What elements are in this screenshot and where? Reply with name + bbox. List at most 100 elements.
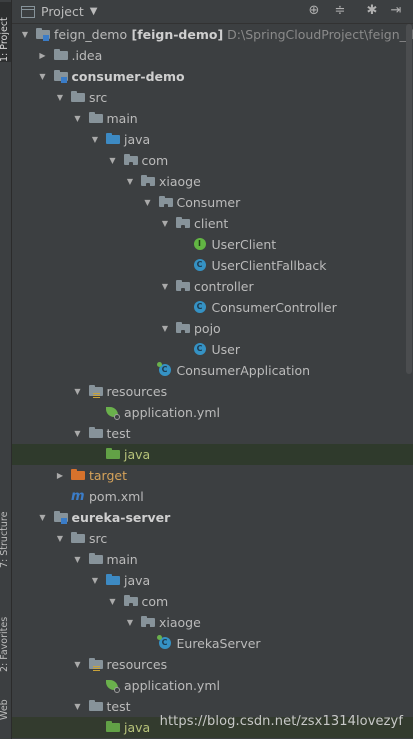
- settings-icon[interactable]: ✱: [364, 3, 380, 19]
- tree-row[interactable]: C ConsumerController: [12, 297, 413, 318]
- tree-row[interactable]: C UserClientFallback: [12, 255, 413, 276]
- hide-icon[interactable]: ⇥: [388, 3, 404, 19]
- tree-item-label: resources: [106, 657, 168, 672]
- expand-arrow-icon[interactable]: ▼: [90, 129, 100, 150]
- expand-arrow-icon[interactable]: ▼: [73, 696, 83, 717]
- tree-row[interactable]: ▼ src: [12, 87, 413, 108]
- tree-row[interactable]: ▼ java: [12, 129, 413, 150]
- tree-row[interactable]: ▼ com: [12, 150, 413, 171]
- tree-item-label: controller: [194, 279, 254, 294]
- tree-row[interactable]: ▼ feign_demo [feign-demo] D:\SpringCloudP…: [12, 24, 413, 45]
- expand-arrow-icon[interactable]: ▼: [108, 591, 118, 612]
- tree-row[interactable]: C User: [12, 339, 413, 360]
- tree-item-label: feign_demo [feign-demo] D:\SpringCloudPr…: [54, 24, 413, 45]
- tree-row[interactable]: ▼ Consumer: [12, 192, 413, 213]
- locate-icon[interactable]: ⊕: [306, 3, 322, 19]
- tree-item-label: application.yml: [124, 678, 220, 693]
- tree-item-label: src: [89, 531, 108, 546]
- tree-row[interactable]: I UserClient: [12, 234, 413, 255]
- tab-structure[interactable]: 7: Structure: [0, 488, 11, 568]
- folder-icon: [106, 448, 120, 459]
- spring-boot-class-icon: C: [156, 635, 171, 649]
- collapse-arrow-icon[interactable]: ▶: [38, 45, 48, 66]
- expand-arrow-icon[interactable]: ▼: [73, 654, 83, 675]
- expand-arrow-icon[interactable]: ▼: [125, 171, 135, 192]
- tab-web[interactable]: Web: [0, 690, 11, 720]
- vertical-scrollbar[interactable]: [406, 24, 412, 374]
- expand-arrow-icon[interactable]: ▼: [73, 423, 83, 444]
- resources-folder-icon: [88, 385, 103, 398]
- tree-row[interactable]: ▼ test: [12, 423, 413, 444]
- folder-icon: [88, 112, 103, 123]
- tree-item-label: ConsumerController: [211, 300, 337, 315]
- interface-icon: I: [193, 238, 206, 250]
- tree-item-label: main: [106, 111, 138, 126]
- class-icon: C: [193, 343, 206, 355]
- expand-arrow-icon[interactable]: ▼: [160, 276, 170, 297]
- tree-row[interactable]: ▼ main: [12, 549, 413, 570]
- tree-row[interactable]: ▼ com: [12, 591, 413, 612]
- collapse-icon[interactable]: ≑: [332, 3, 348, 19]
- tab-project[interactable]: 1: Project: [0, 2, 11, 62]
- tree-row[interactable]: C EurekaServer: [12, 633, 413, 654]
- expand-arrow-icon[interactable]: ▼: [90, 570, 100, 591]
- expand-arrow-icon[interactable]: ▼: [73, 108, 83, 129]
- package-icon: [141, 616, 155, 628]
- expand-arrow-icon[interactable]: ▼: [108, 150, 118, 171]
- tree-row[interactable]: ▼ main: [12, 108, 413, 129]
- expand-arrow-icon[interactable]: ▼: [73, 549, 83, 570]
- project-title[interactable]: Project: [41, 4, 84, 19]
- chevron-down-icon[interactable]: ▼: [90, 6, 98, 17]
- tree-item-label: UserClient: [211, 237, 277, 252]
- expand-arrow-icon[interactable]: ▼: [55, 87, 65, 108]
- tree-row[interactable]: ▼ pojo: [12, 318, 413, 339]
- tree-row[interactable]: ▶ target: [12, 465, 413, 486]
- tree-item-label: xiaoge: [159, 615, 201, 630]
- expand-arrow-icon[interactable]: ▼: [55, 528, 65, 549]
- package-icon: [176, 217, 190, 229]
- tree-row[interactable]: ▼ java: [12, 570, 413, 591]
- expand-arrow-icon[interactable]: ▼: [20, 24, 30, 45]
- tree-item-label: application.yml: [124, 405, 220, 420]
- expand-arrow-icon[interactable]: ▼: [73, 381, 83, 402]
- tree-row[interactable]: ▼ eureka-server: [12, 507, 413, 528]
- tree-row[interactable]: C ConsumerApplication: [12, 360, 413, 381]
- tree-row[interactable]: ▼ xiaoge: [12, 171, 413, 192]
- expand-arrow-icon[interactable]: ▼: [160, 213, 170, 234]
- tree-item-label: com: [141, 153, 169, 168]
- tree-row[interactable]: m pom.xml: [12, 486, 413, 507]
- tree-row[interactable]: ▼ consumer-demo: [12, 66, 413, 87]
- class-icon: C: [193, 301, 206, 313]
- tree-row[interactable]: ▼ resources: [12, 654, 413, 675]
- tree-item-label: .idea: [71, 48, 103, 63]
- tab-favorites[interactable]: 2: Favorites: [0, 592, 11, 672]
- project-header: Project ▼ ⊕ ≑ ✱ ⇥: [12, 0, 413, 24]
- tree-row[interactable]: ▶ .idea: [12, 45, 413, 66]
- expand-arrow-icon[interactable]: ▼: [125, 612, 135, 633]
- tree-row[interactable]: ▼ controller: [12, 276, 413, 297]
- expand-arrow-icon[interactable]: ▼: [38, 507, 48, 528]
- tree-item-label: consumer-demo: [71, 69, 185, 84]
- expand-arrow-icon[interactable]: ▼: [143, 192, 153, 213]
- tree-row[interactable]: ▼ client: [12, 213, 413, 234]
- tree-item-label: src: [89, 90, 108, 105]
- collapse-arrow-icon[interactable]: ▶: [55, 465, 65, 486]
- tree-row[interactable]: ▼ xiaoge: [12, 612, 413, 633]
- tree-row[interactable]: application.yml: [12, 402, 413, 423]
- tree-row[interactable]: application.yml: [12, 675, 413, 696]
- package-icon: [158, 196, 173, 208]
- folder-icon: [106, 721, 120, 732]
- folder-icon: [71, 532, 85, 543]
- expand-arrow-icon[interactable]: ▼: [160, 318, 170, 339]
- tree-row[interactable]: ▼ resources: [12, 381, 413, 402]
- spring-config-icon: [106, 407, 120, 420]
- tree-item-label: pom.xml: [89, 489, 144, 504]
- expand-arrow-icon[interactable]: ▼: [38, 66, 48, 87]
- folder-icon: [106, 133, 120, 144]
- tree-row[interactable]: java: [12, 444, 413, 465]
- tree-item-label: pojo: [194, 321, 221, 336]
- project-window-icon: [21, 5, 35, 18]
- module-name: [feign-demo]: [127, 27, 224, 42]
- module-icon: [53, 511, 68, 524]
- tree-row[interactable]: ▼ src: [12, 528, 413, 549]
